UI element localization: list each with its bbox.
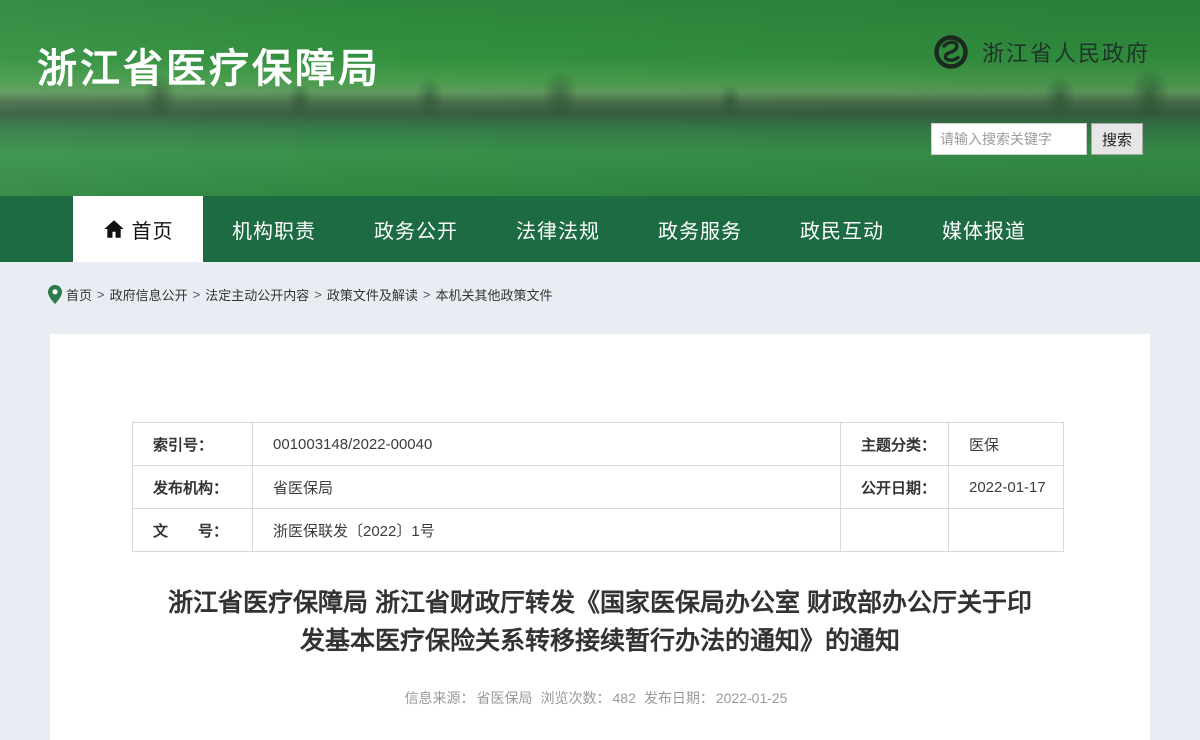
field-label-index-no: 索引号：: [133, 423, 253, 466]
field-label-doc-no: 文 号：: [133, 509, 253, 552]
breadcrumb-policy-docs[interactable]: 政策文件及解读: [327, 285, 418, 304]
gov-seal-icon: [933, 34, 969, 70]
nav-item-laws[interactable]: 法律法规: [487, 196, 629, 262]
field-label-issuer: 发布机构：: [133, 466, 253, 509]
search-button[interactable]: 搜索: [1091, 123, 1143, 155]
breadcrumb-separator: >: [193, 287, 201, 302]
page: 浙江省医疗保障局 浙江省人民政府 搜索 首页: [0, 0, 1200, 740]
field-label-pub-date: 公开日期：: [841, 466, 949, 509]
breadcrumb-current-page: 本机关其他政策文件: [435, 285, 552, 304]
home-icon: [103, 218, 125, 240]
meta-source-label: 信息来源：: [405, 690, 475, 706]
nav-inner: 首页 机构职责 政务公开 法律法规 政务服务 政民互动 媒体报道: [73, 196, 1200, 262]
breadcrumb: 首页 > 政府信息公开 > 法定主动公开内容 > 政策文件及解读 > 本机关其他…: [48, 280, 1200, 308]
breadcrumb-home[interactable]: 首页: [66, 285, 92, 304]
breadcrumb-separator: >: [423, 287, 431, 302]
site-title: 浙江省医疗保障局: [37, 36, 381, 94]
nav-item-interaction[interactable]: 政民互动: [771, 196, 913, 262]
meta-date-label: 发布日期：: [644, 690, 714, 706]
field-value-issuer: 省医保局: [253, 466, 841, 509]
meta-views-label: 浏览次数：: [541, 690, 611, 706]
field-value-pub-date: 2022-01-17: [949, 466, 1064, 509]
meta-views-value: 482: [613, 690, 636, 706]
main-nav: 首页 机构职责 政务公开 法律法规 政务服务 政民互动 媒体报道: [0, 196, 1200, 262]
document-card: 索引号： 001003148/2022-00040 主题分类： 医保 发布机构：…: [50, 334, 1150, 740]
document-title: 浙江省医疗保障局 浙江省财政厅转发《国家医保局办公室 财政部办公厅关于印发基本医…: [160, 584, 1040, 660]
nav-item-gov-affairs[interactable]: 政务公开: [345, 196, 487, 262]
search-input[interactable]: [931, 123, 1087, 155]
doc-info-table: 索引号： 001003148/2022-00040 主题分类： 医保 发布机构：…: [132, 422, 1064, 552]
nav-item-media[interactable]: 媒体报道: [913, 196, 1055, 262]
field-label-empty: [841, 509, 949, 552]
gov-portal-label: 浙江省人民政府: [982, 36, 1150, 68]
content-area: 首页 > 政府信息公开 > 法定主动公开内容 > 政策文件及解读 > 本机关其他…: [0, 262, 1200, 740]
document-meta: 信息来源：省医保局浏览次数：482 发布日期：2022-01-25: [50, 688, 1150, 708]
field-label-topic: 主题分类：: [841, 423, 949, 466]
breadcrumb-statutory-content[interactable]: 法定主动公开内容: [205, 285, 309, 304]
site-banner: 浙江省医疗保障局 浙江省人民政府 搜索: [0, 0, 1200, 196]
table-row: 索引号： 001003148/2022-00040 主题分类： 医保: [133, 423, 1064, 466]
field-value-empty: [949, 509, 1064, 552]
breadcrumb-separator: >: [314, 287, 322, 302]
gov-portal-link[interactable]: 浙江省人民政府: [933, 34, 1150, 70]
breadcrumb-info-disclosure[interactable]: 政府信息公开: [110, 285, 188, 304]
nav-item-org-duties[interactable]: 机构职责: [203, 196, 345, 262]
field-value-index-no: 001003148/2022-00040: [253, 423, 841, 466]
meta-source-value: 省医保局: [477, 690, 533, 706]
field-value-doc-no: 浙医保联发〔2022〕1号: [253, 509, 841, 552]
location-pin-icon: [48, 285, 62, 304]
meta-date-value: 2022-01-25: [716, 690, 788, 706]
nav-item-services[interactable]: 政务服务: [629, 196, 771, 262]
table-row: 文 号： 浙医保联发〔2022〕1号: [133, 509, 1064, 552]
field-value-topic: 医保: [949, 423, 1064, 466]
nav-item-label: 首页: [132, 215, 174, 244]
nav-item-home[interactable]: 首页: [73, 196, 203, 262]
table-row: 发布机构： 省医保局 公开日期： 2022-01-17: [133, 466, 1064, 509]
search-bar: 搜索: [931, 123, 1143, 155]
breadcrumb-separator: >: [97, 287, 105, 302]
